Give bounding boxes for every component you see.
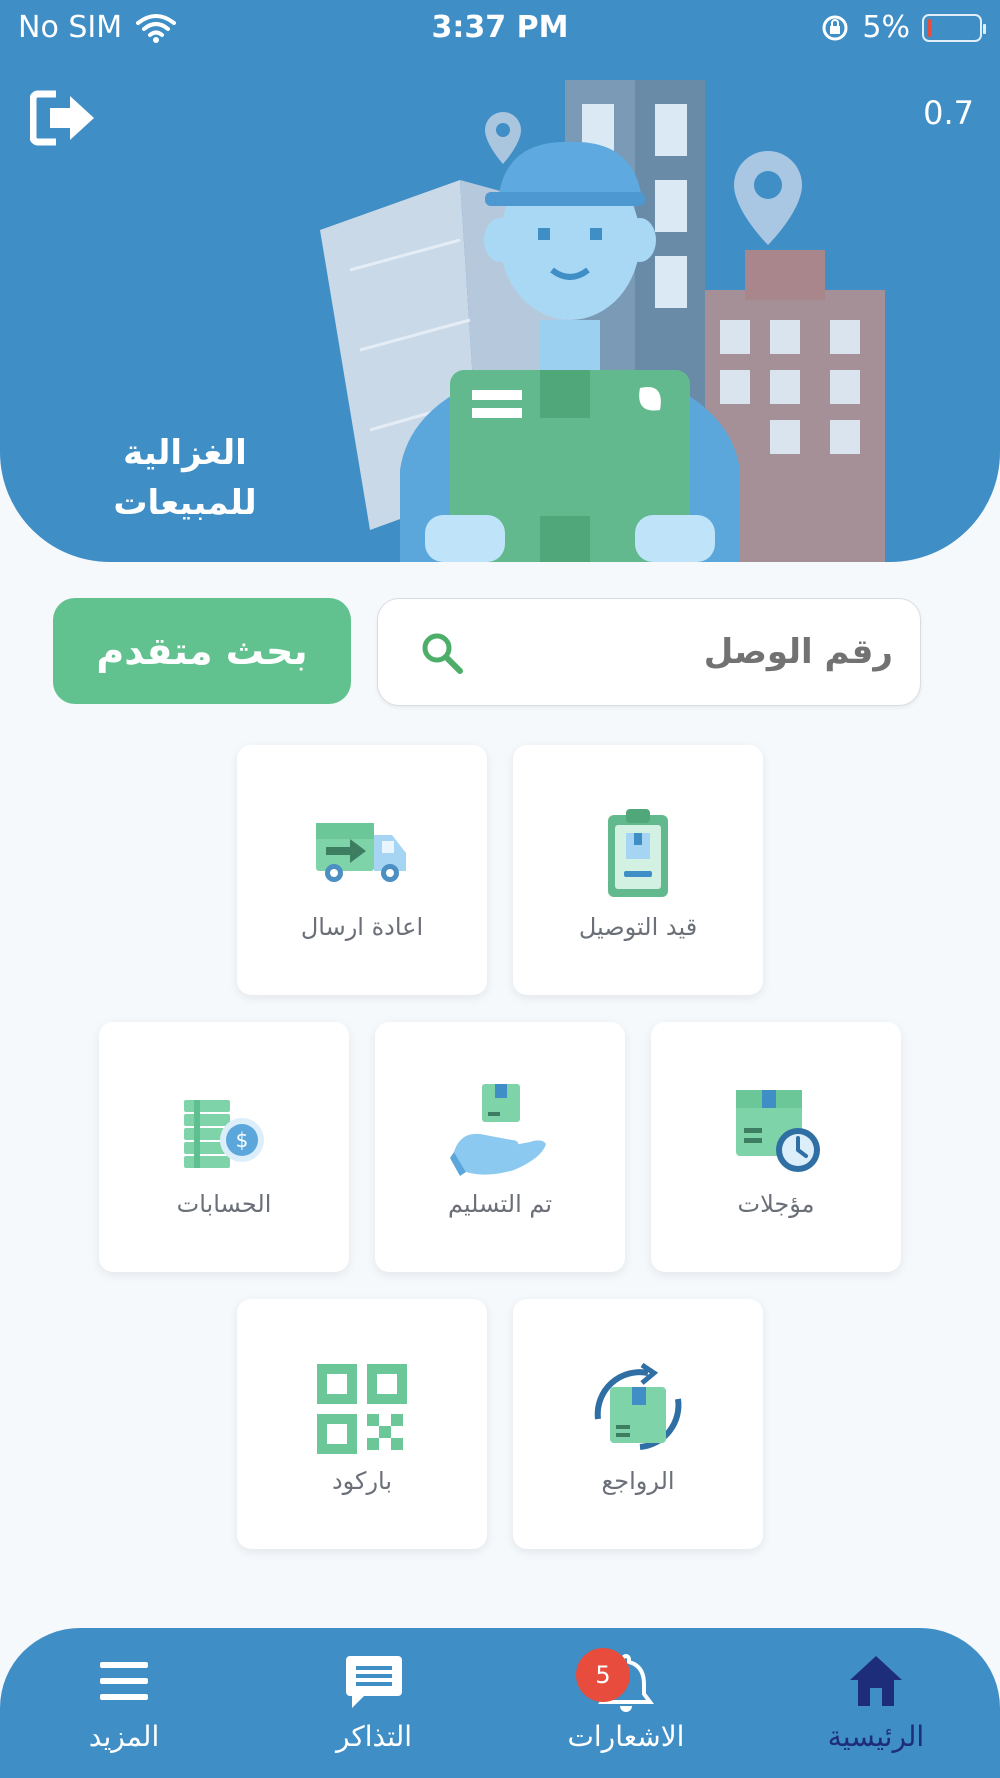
brand-line-2: للمبيعات (113, 483, 257, 523)
nav-notifications[interactable]: 5 الاشعارات (526, 1628, 726, 1778)
money-stack-icon: $ (184, 1100, 264, 1168)
card-returns[interactable]: الرواجع (513, 1299, 763, 1549)
orientation-lock-icon (822, 15, 848, 40)
hand-box-icon (450, 1084, 546, 1176)
svg-text:$: $ (236, 1128, 249, 1152)
card-postponed[interactable]: مؤجلات (651, 1022, 901, 1272)
card-delivered[interactable]: تم التسليم (375, 1022, 625, 1272)
receipt-search-box (377, 598, 921, 706)
nav-notifications-label: الاشعارات (567, 1720, 685, 1753)
logout-icon[interactable] (30, 90, 98, 146)
battery-icon (922, 13, 986, 42)
nav-home-label: الرئيسية (827, 1720, 925, 1753)
brand-line-1: الغزالية (123, 433, 247, 473)
card-returns-label: الرواجع (601, 1467, 675, 1495)
nav-home[interactable]: الرئيسية (776, 1628, 976, 1778)
battery-percent: 5% (862, 10, 910, 45)
nav-tickets[interactable]: التذاكر (274, 1628, 474, 1778)
card-pending-delivery[interactable]: قيد التوصيل (513, 745, 763, 995)
bottom-navigation: المزيد التذاكر 5 الاشعارات الرئيسية (0, 1628, 1000, 1778)
card-accounts[interactable]: $ الحسابات (99, 1022, 349, 1272)
receipt-number-input[interactable] (488, 623, 893, 681)
menu-icon (100, 1662, 148, 1700)
card-resend[interactable]: اعادة ارسال (237, 745, 487, 995)
chat-icon (346, 1656, 402, 1708)
advanced-search-button[interactable]: بحث متقدم (53, 598, 351, 704)
status-bar: No SIM 3:37 PM 5% (0, 0, 1000, 56)
box-cycle-icon (594, 1362, 682, 1450)
nav-more-label: المزيد (88, 1720, 160, 1753)
card-resend-label: اعادة ارسال (300, 913, 424, 941)
card-pending-delivery-label: قيد التوصيل (578, 913, 698, 941)
card-postponed-label: مؤجلات (737, 1190, 815, 1218)
brand-name: الغزالية للمبيعات (80, 428, 290, 528)
notifications-badge: 5 (576, 1648, 630, 1702)
nav-more[interactable]: المزيد (24, 1628, 224, 1778)
truck-icon (316, 823, 406, 882)
home-icon (850, 1656, 902, 1706)
header-banner: No SIM 3:37 PM 5% 0.7 الغزالية للمبيعات (0, 0, 1000, 562)
status-right: 5% (820, 10, 986, 45)
clipboard-icon (608, 809, 668, 897)
nav-tickets-label: التذاكر (335, 1720, 412, 1753)
search-icon[interactable] (418, 629, 466, 677)
card-delivered-label: تم التسليم (447, 1190, 553, 1218)
version-label: 0.7 (923, 94, 974, 132)
box-clock-icon (736, 1090, 820, 1172)
card-accounts-label: الحسابات (176, 1190, 272, 1218)
delivery-illustration (320, 80, 885, 562)
card-barcode-label: باركود (331, 1467, 393, 1495)
card-barcode[interactable]: باركود (237, 1299, 487, 1549)
qr-code-icon (317, 1364, 407, 1454)
